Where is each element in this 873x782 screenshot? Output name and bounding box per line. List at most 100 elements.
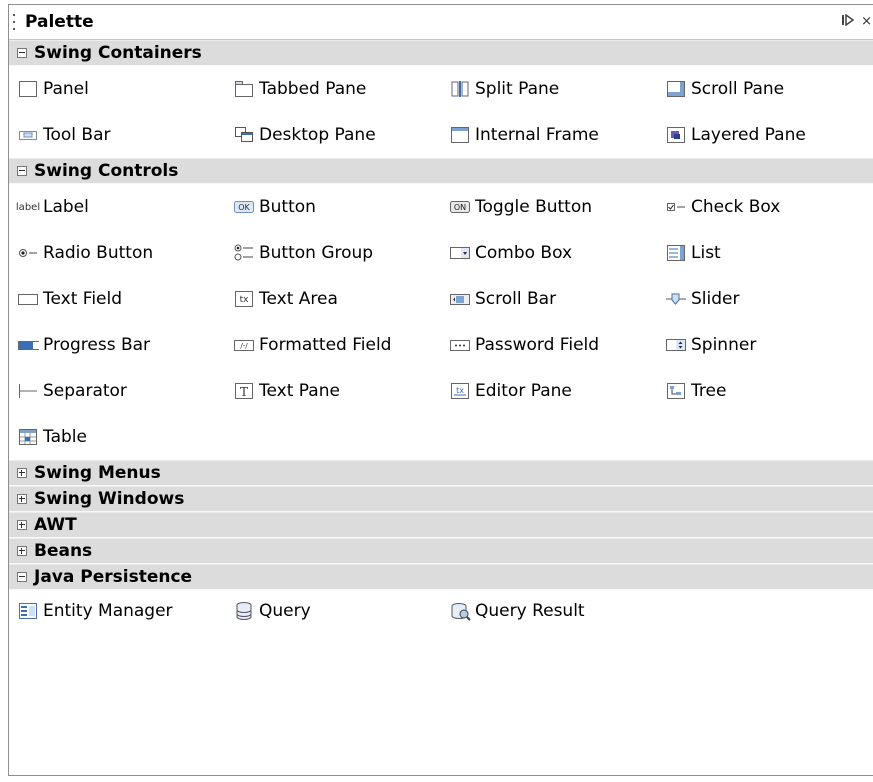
palette-item-table[interactable]: Table bbox=[9, 414, 225, 460]
entity-manager-icon bbox=[17, 601, 39, 621]
svg-text:/-/: /-/ bbox=[240, 342, 248, 350]
svg-text:tx: tx bbox=[456, 386, 464, 395]
panel-icon bbox=[17, 79, 39, 99]
palette-item-label[interactable]: label Label bbox=[9, 184, 225, 230]
query-result-icon bbox=[449, 601, 471, 621]
palette-item-slider[interactable]: Slider bbox=[657, 276, 873, 322]
category-swing-windows[interactable]: Swing Windows bbox=[9, 486, 873, 512]
desktop-pane-icon bbox=[233, 125, 255, 145]
palette-item-label: Spinner bbox=[691, 335, 757, 355]
palette-item-toggle-button[interactable]: ON Toggle Button bbox=[441, 184, 657, 230]
category-beans[interactable]: Beans bbox=[9, 538, 873, 564]
palette-item-label: Entity Manager bbox=[43, 601, 173, 621]
palette-titlebar[interactable]: Palette × bbox=[9, 5, 873, 40]
radio-button-icon bbox=[17, 243, 39, 263]
palette-item-label: Query bbox=[259, 601, 311, 621]
category-swing-menus[interactable]: Swing Menus bbox=[9, 460, 873, 486]
palette-item-label: Button bbox=[259, 197, 316, 217]
drag-grip-icon[interactable] bbox=[13, 14, 19, 30]
category-swing-controls[interactable]: Swing Controls bbox=[9, 158, 873, 184]
palette-item-label: Combo Box bbox=[475, 243, 573, 263]
palette-item-tabbed-pane[interactable]: Tabbed Pane bbox=[225, 66, 441, 112]
palette-item-label: Text Pane bbox=[259, 381, 340, 401]
svg-text:tx: tx bbox=[240, 295, 250, 305]
editor-pane-icon: tx bbox=[449, 381, 471, 401]
check-box-icon bbox=[665, 197, 687, 217]
toggle-button-icon: ON bbox=[449, 197, 471, 217]
palette-item-password-field[interactable]: Password Field bbox=[441, 322, 657, 368]
palette-item-check-box[interactable]: Check Box bbox=[657, 184, 873, 230]
palette-item-label: Button Group bbox=[259, 243, 374, 263]
button-group-icon bbox=[233, 243, 255, 263]
split-pane-icon bbox=[449, 79, 471, 99]
internal-frame-icon bbox=[449, 125, 471, 145]
palette-item-scroll-pane[interactable]: Scroll Pane bbox=[657, 66, 873, 112]
palette-item-query-result[interactable]: Query Result bbox=[441, 590, 657, 632]
palette-item-button[interactable]: OK Button bbox=[225, 184, 441, 230]
palette-item-layered-pane[interactable]: Layered Pane bbox=[657, 112, 873, 158]
progress-bar-icon bbox=[17, 335, 39, 355]
palette-item-tree[interactable]: Tree bbox=[657, 368, 873, 414]
palette-item-scroll-bar[interactable]: Scroll Bar bbox=[441, 276, 657, 322]
swing-containers-items: Panel Tabbed Pane Split Pane Scroll Pane Too… bbox=[9, 66, 873, 158]
palette-item-radio-button[interactable]: Radio Button bbox=[9, 230, 225, 276]
expand-icon[interactable] bbox=[17, 494, 27, 504]
category-java-persistence[interactable]: Java Persistence bbox=[9, 564, 873, 590]
palette-item-progress-bar[interactable]: Progress Bar bbox=[9, 322, 225, 368]
palette-item-label: Layered Pane bbox=[691, 125, 806, 145]
palette-item-label: Editor Pane bbox=[475, 381, 572, 401]
category-label: Beans bbox=[34, 541, 93, 561]
collapse-icon[interactable] bbox=[17, 48, 27, 58]
expand-icon[interactable] bbox=[17, 546, 27, 556]
palette-item-label: Text Area bbox=[259, 289, 338, 309]
formatted-field-icon: /-/ bbox=[233, 335, 255, 355]
palette-item-internal-frame[interactable]: Internal Frame bbox=[441, 112, 657, 158]
svg-text:ON: ON bbox=[454, 203, 466, 212]
palette-item-text-pane[interactable]: T Text Pane bbox=[225, 368, 441, 414]
palette-item-entity-manager[interactable]: Entity Manager bbox=[9, 590, 225, 632]
slider-icon bbox=[665, 289, 687, 309]
palette-item-label: Query Result bbox=[475, 601, 585, 621]
palette-item-label: Slider bbox=[691, 289, 740, 309]
expand-icon[interactable] bbox=[17, 468, 27, 478]
palette-item-combo-box[interactable]: Combo Box bbox=[441, 230, 657, 276]
palette-item-list[interactable]: List bbox=[657, 230, 873, 276]
minimize-window-button[interactable] bbox=[841, 13, 855, 30]
category-swing-containers[interactable]: Swing Containers bbox=[9, 40, 873, 66]
palette-item-label: Formatted Field bbox=[259, 335, 392, 355]
palette-item-formatted-field[interactable]: /-/ Formatted Field bbox=[225, 322, 441, 368]
category-awt[interactable]: AWT bbox=[9, 512, 873, 538]
palette-item-desktop-pane[interactable]: Desktop Pane bbox=[225, 112, 441, 158]
palette-item-label: Tree bbox=[691, 381, 727, 401]
collapse-icon[interactable] bbox=[17, 572, 27, 582]
palette-item-label: Internal Frame bbox=[475, 125, 599, 145]
palette-item-query[interactable]: Query bbox=[225, 590, 441, 632]
palette-item-editor-pane[interactable]: tx Editor Pane bbox=[441, 368, 657, 414]
palette-item-spinner[interactable]: Spinner bbox=[657, 322, 873, 368]
collapse-icon[interactable] bbox=[17, 166, 27, 176]
palette-item-label: Table bbox=[43, 427, 87, 447]
svg-text:OK: OK bbox=[238, 203, 250, 212]
palette-item-split-pane[interactable]: Split Pane bbox=[441, 66, 657, 112]
button-icon: OK bbox=[233, 197, 255, 217]
palette-item-separator[interactable]: Separator bbox=[9, 368, 225, 414]
palette-item-label: Panel bbox=[43, 79, 89, 99]
separator-icon bbox=[17, 381, 39, 401]
java-persistence-items: Entity Manager Query Query Result bbox=[9, 590, 873, 632]
palette-item-label: Label bbox=[43, 197, 89, 217]
password-field-icon bbox=[449, 335, 471, 355]
palette-item-button-group[interactable]: Button Group bbox=[225, 230, 441, 276]
palette-item-text-field[interactable]: Text Field bbox=[9, 276, 225, 322]
palette-item-panel[interactable]: Panel bbox=[9, 66, 225, 112]
palette-item-label: Progress Bar bbox=[43, 335, 151, 355]
palette-item-tool-bar[interactable]: Tool Bar bbox=[9, 112, 225, 158]
svg-text:T: T bbox=[240, 385, 248, 399]
palette-item-label: Toggle Button bbox=[475, 197, 593, 217]
tree-icon bbox=[665, 381, 687, 401]
expand-icon[interactable] bbox=[17, 520, 27, 530]
palette-item-text-area[interactable]: tx Text Area bbox=[225, 276, 441, 322]
close-window-button[interactable]: × bbox=[861, 14, 872, 30]
palette-item-label: Split Pane bbox=[475, 79, 560, 99]
palette-item-label: Tabbed Pane bbox=[259, 79, 367, 99]
palette-item-label: Scroll Bar bbox=[475, 289, 557, 309]
